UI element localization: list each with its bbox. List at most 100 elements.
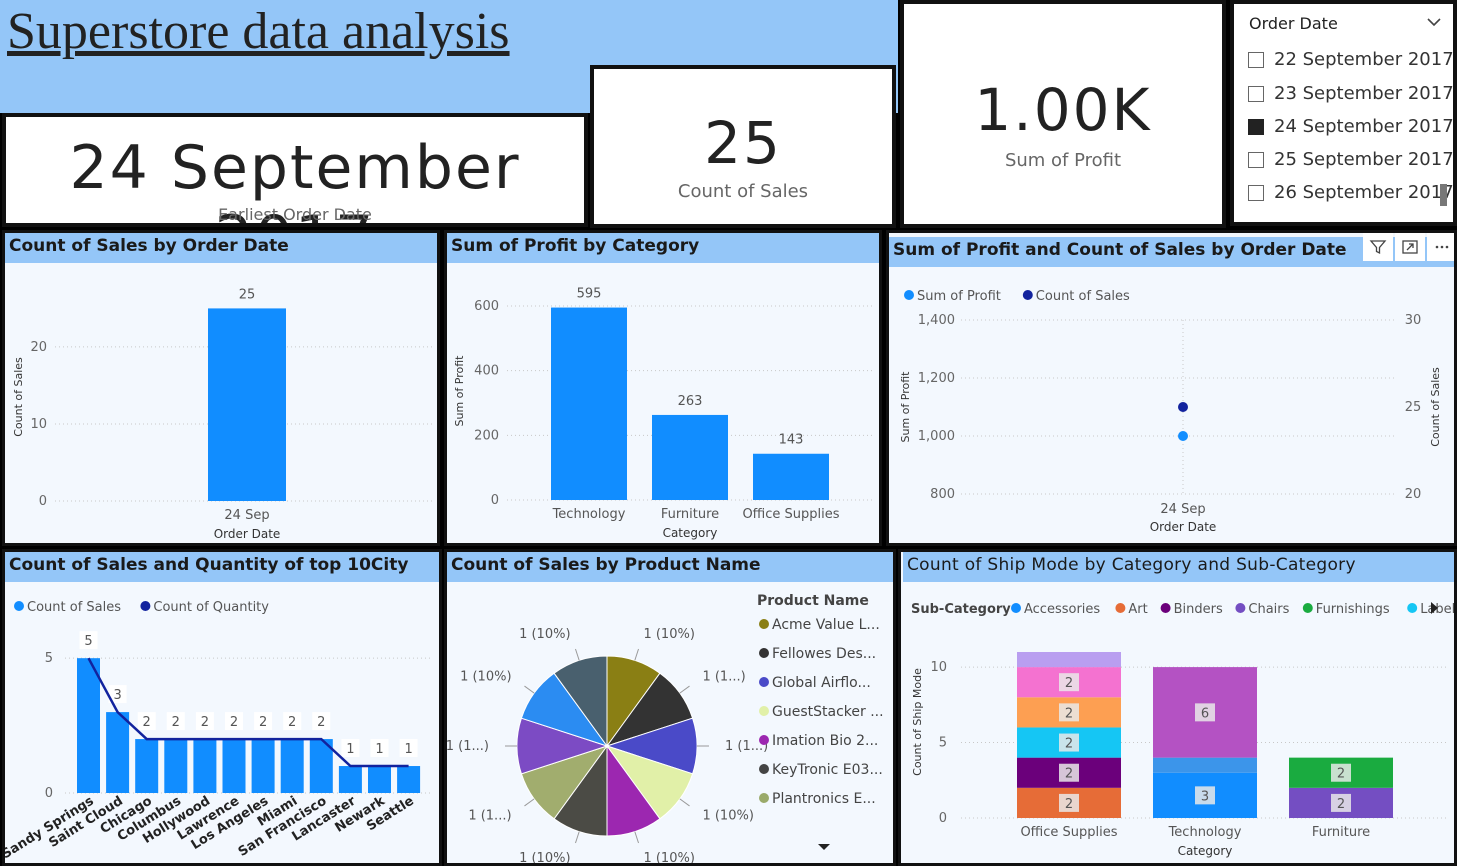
- sum-profit-value: 1.00K: [974, 76, 1152, 144]
- x-tick-label: Office Supplies: [742, 507, 839, 522]
- legend-marker: [1407, 603, 1418, 613]
- chart-sales-by-product: Count of Sales by Product Name 1 (10%) 1 …: [444, 549, 896, 866]
- slicer-item[interactable]: 25 September 2017: [1248, 149, 1454, 170]
- data-label: 6: [1201, 706, 1209, 721]
- data-label: 2: [143, 715, 151, 730]
- x-tick-label: 24 Sep: [224, 508, 269, 523]
- data-label: 1: [375, 742, 383, 757]
- chart-title: Count of Ship Mode by Category and Sub-C…: [903, 552, 1454, 582]
- sum-profit-label: Sum of Profit: [1004, 150, 1122, 171]
- legend-label: Furnishings: [1316, 602, 1390, 617]
- slicer-item-label: 25 September 2017: [1274, 149, 1454, 170]
- scroll-down-icon: [818, 844, 830, 850]
- slicer-title: Order Date: [1249, 14, 1338, 33]
- order-date-slicer: Order Date 22 September 2017 23 Septembe…: [1230, 0, 1457, 226]
- filter-icon[interactable]: [1363, 233, 1393, 261]
- data-label: 1 (1...): [447, 739, 489, 754]
- stack-segment: [1153, 757, 1257, 773]
- data-label: 143: [779, 433, 804, 448]
- slicer-item[interactable]: 24 September 2017: [1248, 116, 1453, 137]
- legend-marker: [1022, 290, 1033, 300]
- slicer-item[interactable]: 23 September 2017: [1248, 83, 1454, 104]
- x-axis-label: Order Date: [1150, 520, 1217, 534]
- data-label: 25: [239, 287, 256, 302]
- x-axis-label: Order Date: [214, 527, 281, 541]
- legend-marker: [759, 677, 769, 687]
- legend-marker: [14, 601, 24, 611]
- y-tick-label: 0: [491, 493, 499, 508]
- earliest-date-label: Earliest Order Date: [218, 205, 372, 224]
- data-label: 2: [317, 715, 325, 730]
- y-tick-label: 800: [930, 487, 955, 502]
- checkbox-checked[interactable]: [1248, 118, 1264, 135]
- slicer-scrollbar[interactable]: [1440, 184, 1447, 206]
- y2-axis-label: Count of Sales: [1429, 367, 1442, 447]
- bar: [193, 739, 217, 793]
- chart-profit-by-category: Sum of Profit by Category 0 200 400 600 Sum …: [444, 230, 882, 546]
- stack-segment: [1017, 652, 1121, 668]
- chevron-down-icon[interactable]: [1426, 14, 1442, 30]
- slicer-item-label: 23 September 2017: [1274, 83, 1454, 104]
- y-axis-label: Count of Ship Mode: [911, 668, 924, 776]
- y-tick-label: 5: [45, 651, 53, 666]
- bar: [551, 307, 627, 500]
- chart-top10-city-svg: Count of Sales Count of Quantity055Sandy …: [5, 600, 433, 862]
- slicer-item-label: 26 September 2017: [1274, 182, 1454, 203]
- y-tick-label: 20: [30, 340, 47, 355]
- bar: [368, 766, 391, 793]
- legend-marker: [140, 601, 151, 611]
- data-label: 2: [1065, 767, 1073, 782]
- x-tick-label: Technology: [1168, 825, 1242, 840]
- data-label: 1: [346, 742, 354, 757]
- legend-label: Accessories: [1024, 602, 1100, 617]
- bar: [208, 308, 286, 501]
- y-tick-label: 0: [39, 494, 47, 509]
- data-label: 3: [1201, 789, 1209, 804]
- checkbox[interactable]: [1248, 184, 1264, 201]
- visual-header-actions: [1363, 233, 1454, 263]
- slicer-item[interactable]: 26 September 2017: [1248, 182, 1454, 203]
- data-label: 1 (10%): [643, 851, 694, 866]
- data-label: 2: [1337, 797, 1345, 812]
- checkbox[interactable]: [1248, 85, 1264, 102]
- legend-label: KeyTronic E03...: [772, 762, 883, 778]
- more-options-icon[interactable]: [1427, 233, 1454, 261]
- chart-ship-mode-svg: Sub-Category Accessories Art Binders Chairs F…: [911, 602, 1454, 858]
- legend-marker: [904, 290, 914, 300]
- leader-line: [679, 685, 690, 694]
- legend-label: Binders: [1174, 602, 1223, 617]
- data-label: 2: [201, 715, 209, 730]
- y-tick-label: 1,400: [918, 313, 955, 328]
- slicer-item[interactable]: 22 September 2017: [1248, 49, 1453, 70]
- bar: [280, 739, 304, 793]
- data-label: 2: [1065, 676, 1073, 691]
- bar: [338, 766, 362, 793]
- checkbox[interactable]: [1248, 151, 1264, 168]
- y-tick-label: 1,200: [918, 371, 955, 386]
- chart-title: Count of Sales and Quantity of top 10Cit…: [5, 552, 439, 582]
- data-label: 5: [84, 634, 92, 649]
- checkbox[interactable]: [1248, 51, 1264, 68]
- y-tick-label: 10: [30, 417, 47, 432]
- bar: [106, 712, 130, 793]
- y2-tick-label: 20: [1405, 487, 1422, 502]
- legend-marker: [759, 619, 769, 629]
- count-sales-card: 25 Count of Sales: [590, 65, 896, 228]
- bar: [397, 766, 421, 793]
- chart-profit-sales-by-date: Sum of Profit and Count of Sales by Orde…: [886, 230, 1457, 546]
- legend-marker: [759, 764, 769, 774]
- legend-marker: [1235, 603, 1246, 613]
- x-tick-label: Furniture: [661, 507, 719, 522]
- y-tick-label: 200: [474, 428, 499, 443]
- x-tick-label: Office Supplies: [1020, 825, 1117, 840]
- data-label: 1 (10%): [702, 808, 753, 823]
- focus-mode-icon[interactable]: [1395, 233, 1425, 261]
- data-label: 1 (10%): [519, 627, 570, 642]
- data-label: 1: [404, 742, 412, 757]
- chart-title: Sum of Profit by Category: [447, 233, 879, 263]
- data-label: 1 (1...): [702, 670, 745, 685]
- data-label: 1 (1...): [468, 808, 511, 823]
- leader-line: [524, 685, 535, 694]
- count-sales-value: 25: [704, 109, 782, 177]
- leader-line: [634, 831, 639, 844]
